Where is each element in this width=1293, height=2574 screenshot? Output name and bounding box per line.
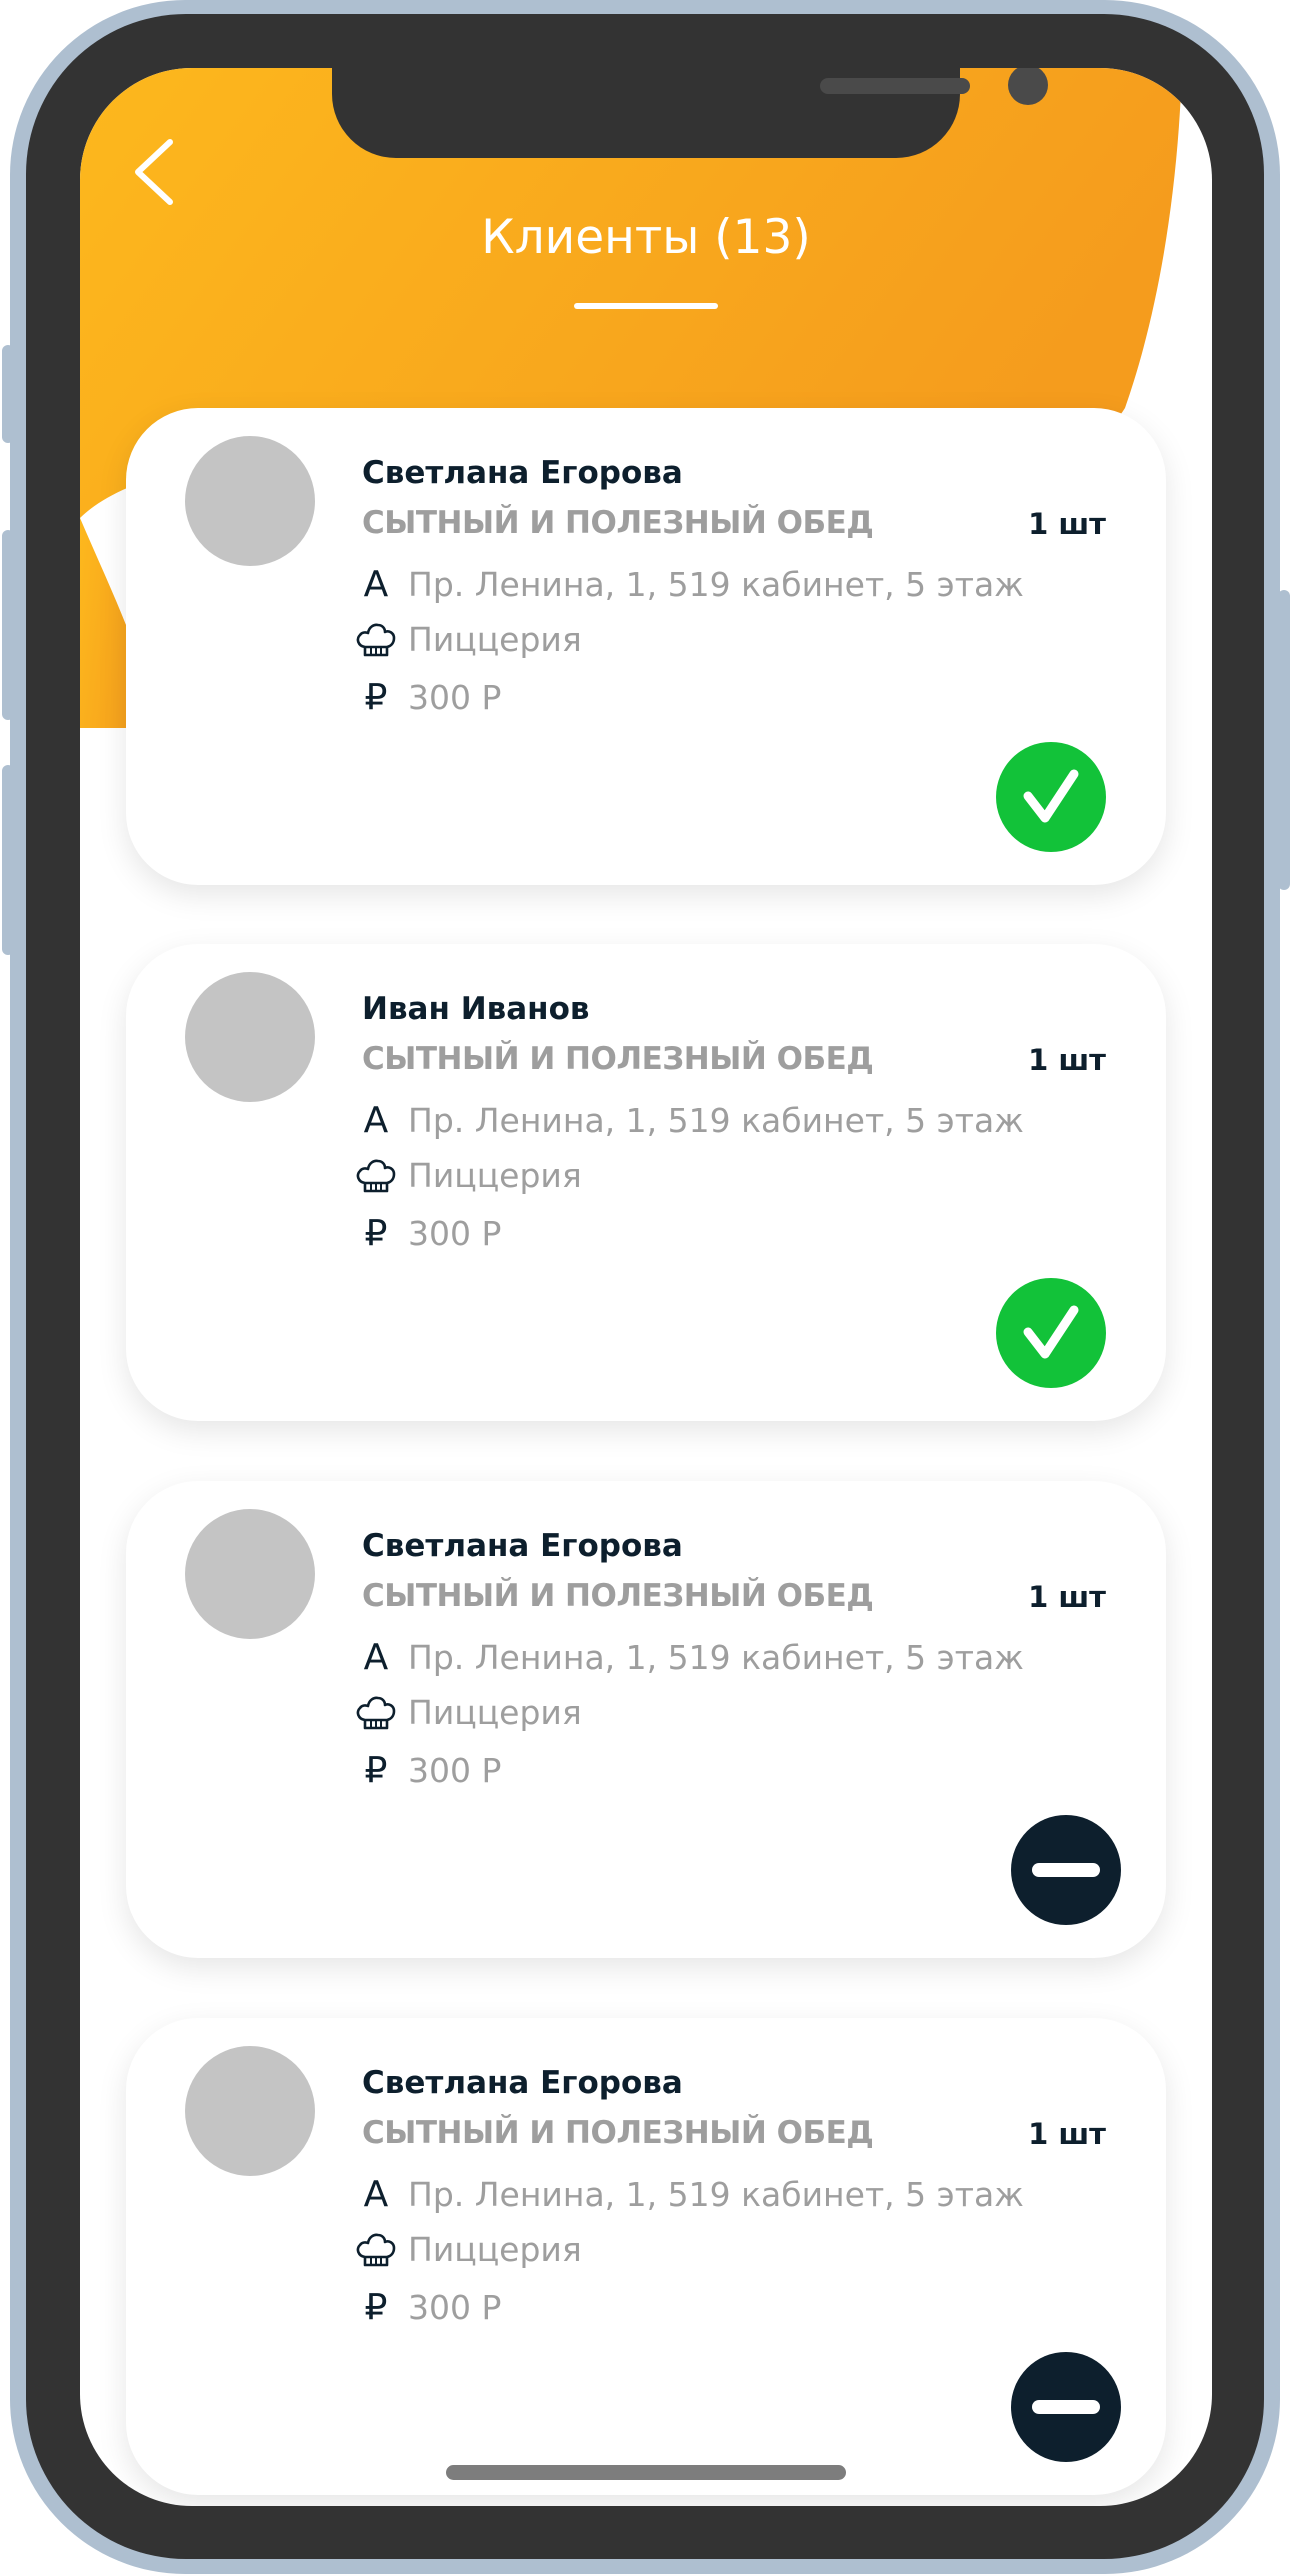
price-text: 300 Р (408, 1750, 502, 1790)
delivered-status-button[interactable] (996, 742, 1106, 852)
address-icon: А (363, 2173, 389, 2215)
client-name: Иван Иванов (362, 991, 590, 1027)
chef-hat-icon (354, 616, 398, 662)
delivered-status-button[interactable] (996, 1278, 1106, 1388)
address-row: А Пр. Ленина, 1, 519 кабинет, 5 этаж (354, 561, 1024, 607)
price-row: ₽ 300 Р (354, 1747, 502, 1793)
quantity: 1 шт (1028, 507, 1106, 541)
address-row: А Пр. Ленина, 1, 519 кабинет, 5 этаж (354, 2171, 1024, 2217)
chef-hat-icon (354, 1689, 398, 1735)
address-icon: А (363, 1099, 389, 1141)
ruble-icon: ₽ (364, 1212, 388, 1254)
home-indicator[interactable] (446, 2465, 846, 2480)
price-row: ₽ 300 Р (354, 2284, 502, 2330)
avatar (185, 972, 315, 1102)
avatar (185, 1509, 315, 1639)
client-card[interactable]: Иван Иванов СЫТНЫЙ И ПОЛЕЗНЫЙ ОБЕД 1 шт … (126, 944, 1166, 1421)
client-card[interactable]: Светлана Егорова СЫТНЫЙ И ПОЛЕЗНЫЙ ОБЕД … (126, 1481, 1166, 1958)
pending-status-button[interactable] (1011, 2352, 1121, 2462)
meal-name: СЫТНЫЙ И ПОЛЕЗНЫЙ ОБЕД (362, 1041, 874, 1077)
pending-status-button[interactable] (1011, 1815, 1121, 1925)
minus-icon (1032, 1863, 1100, 1877)
address-row: А Пр. Ленина, 1, 519 кабинет, 5 этаж (354, 1634, 1024, 1680)
chef-hat-icon (354, 1152, 398, 1198)
address-text: Пр. Ленина, 1, 519 кабинет, 5 этаж (408, 564, 1024, 604)
price-text: 300 Р (408, 677, 502, 717)
ruble-icon: ₽ (364, 2286, 388, 2328)
restaurant-row: Пиццерия (354, 1689, 582, 1735)
restaurant-text: Пиццерия (408, 2229, 582, 2269)
meal-name: СЫТНЫЙ И ПОЛЕЗНЫЙ ОБЕД (362, 2115, 874, 2151)
checkmark-icon (1023, 769, 1079, 823)
device-notch (332, 68, 1048, 158)
address-text: Пр. Ленина, 1, 519 кабинет, 5 этаж (408, 1100, 1024, 1140)
speaker-grille (820, 78, 970, 94)
client-name: Светлана Егорова (362, 1528, 683, 1564)
quantity: 1 шт (1028, 1043, 1106, 1077)
restaurant-row: Пиццерия (354, 616, 582, 662)
price-text: 300 Р (408, 2287, 502, 2327)
chef-hat-icon (354, 2226, 398, 2272)
title-underline (574, 303, 718, 309)
ruble-icon: ₽ (364, 1749, 388, 1791)
address-icon: А (363, 1636, 389, 1678)
minus-icon (1032, 2400, 1100, 2414)
back-button[interactable] (128, 136, 184, 208)
page-title: Клиенты (13) (481, 210, 811, 265)
client-card[interactable]: Светлана Егорова СЫТНЫЙ И ПОЛЕЗНЫЙ ОБЕД … (126, 2018, 1166, 2495)
address-row: А Пр. Ленина, 1, 519 кабинет, 5 этаж (354, 1097, 1024, 1143)
chevron-left-icon (135, 139, 173, 205)
meal-name: СЫТНЫЙ И ПОЛЕЗНЫЙ ОБЕД (362, 1578, 874, 1614)
device-mockup: Клиенты (13) Светлана Егорова СЫТНЫЙ И П… (0, 0, 1293, 2574)
app-screen: Клиенты (13) Светлана Егорова СЫТНЫЙ И П… (80, 68, 1212, 2506)
quantity: 1 шт (1028, 1580, 1106, 1614)
client-name: Светлана Егорова (362, 2065, 683, 2101)
price-text: 300 Р (408, 1213, 502, 1253)
meal-name: СЫТНЫЙ И ПОЛЕЗНЫЙ ОБЕД (362, 505, 874, 541)
address-icon: А (363, 563, 389, 605)
price-row: ₽ 300 Р (354, 674, 502, 720)
avatar (185, 436, 315, 566)
address-text: Пр. Ленина, 1, 519 кабинет, 5 этаж (408, 1637, 1024, 1677)
checkmark-icon (1023, 1305, 1079, 1359)
ruble-icon: ₽ (364, 676, 388, 718)
restaurant-row: Пиццерия (354, 1152, 582, 1198)
client-card[interactable]: Светлана Егорова СЫТНЫЙ И ПОЛЕЗНЫЙ ОБЕД … (126, 408, 1166, 885)
restaurant-text: Пиццерия (408, 1155, 582, 1195)
restaurant-row: Пиццерия (354, 2226, 582, 2272)
restaurant-text: Пиццерия (408, 619, 582, 659)
quantity: 1 шт (1028, 2117, 1106, 2151)
client-name: Светлана Егорова (362, 455, 683, 491)
price-row: ₽ 300 Р (354, 1210, 502, 1256)
avatar (185, 2046, 315, 2176)
address-text: Пр. Ленина, 1, 519 кабинет, 5 этаж (408, 2174, 1024, 2214)
restaurant-text: Пиццерия (408, 1692, 582, 1732)
